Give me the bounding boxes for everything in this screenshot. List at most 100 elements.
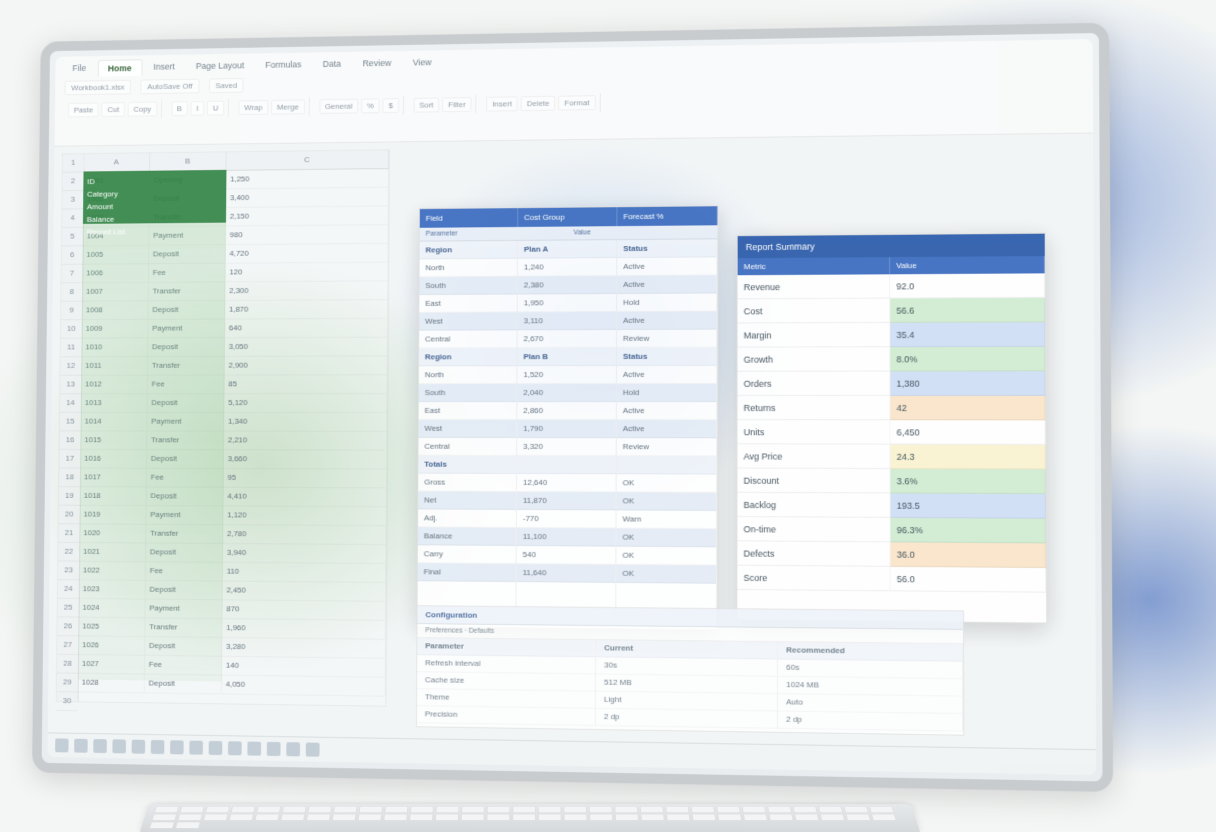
taskbar-icon[interactable] [247, 742, 261, 756]
row-header[interactable]: 4 [62, 209, 83, 228]
panel-cell[interactable]: 2,380 [518, 276, 616, 294]
toolbar-button[interactable]: Sort [413, 98, 439, 113]
config-cell[interactable]: Precision [417, 706, 595, 726]
cell[interactable]: 1028 [78, 674, 145, 694]
cell[interactable]: Deposit [147, 450, 224, 469]
panel-bottom[interactable]: Configuration Preferences · Defaults Par… [416, 605, 964, 736]
row-header[interactable]: 24 [58, 580, 79, 599]
column-header[interactable]: A [84, 153, 151, 172]
panel-cell[interactable]: North [419, 366, 517, 384]
cell[interactable]: Deposit [148, 301, 225, 320]
summary-row[interactable]: Score56.0 [737, 566, 1046, 593]
toolbar-button[interactable]: B [171, 101, 188, 116]
config-cell[interactable]: 2 dp [778, 711, 962, 731]
row-header[interactable]: 7 [61, 265, 82, 284]
cell[interactable]: Payment [146, 506, 223, 525]
row-header[interactable]: 28 [57, 655, 78, 674]
cell[interactable]: 2,450 [223, 582, 387, 602]
panel-cell[interactable]: South [419, 384, 517, 402]
panel-cell[interactable]: 11,870 [517, 492, 616, 511]
panel-cell[interactable]: East [419, 294, 517, 312]
summary-row[interactable]: Orders1,380 [738, 371, 1046, 396]
panel-cell[interactable]: OK [616, 565, 716, 584]
panel-center[interactable]: FieldCost GroupForecast % ParameterValue… [416, 205, 718, 630]
summary-row[interactable]: Cost56.6 [738, 298, 1045, 324]
cell[interactable]: 1016 [80, 450, 147, 469]
panel-cell[interactable]: Review [617, 330, 716, 348]
cell[interactable]: 640 [225, 319, 388, 338]
cell[interactable]: 1017 [80, 469, 147, 488]
cell[interactable]: Transfer [149, 282, 226, 301]
summary-row[interactable]: On-time96.3% [737, 517, 1046, 543]
cell[interactable]: 1,120 [223, 506, 386, 526]
taskbar-icon[interactable] [74, 739, 88, 753]
cell[interactable]: 1023 [79, 580, 146, 599]
cell[interactable]: 1,250 [226, 169, 389, 189]
panel-cell[interactable]: Region [420, 241, 517, 260]
row-header[interactable]: 9 [61, 302, 82, 321]
cell[interactable]: 1008 [82, 301, 149, 320]
summary-row[interactable]: Avg Price24.3 [737, 444, 1045, 469]
row-header[interactable]: 14 [60, 394, 81, 413]
panel-cell[interactable]: 2,040 [517, 384, 616, 402]
row-header[interactable]: 16 [60, 431, 81, 450]
row-header[interactable]: 30 [57, 692, 78, 711]
cell[interactable]: Fee [148, 376, 225, 395]
cell[interactable]: 1013 [81, 394, 148, 413]
toolbar-button[interactable]: Paste [68, 103, 99, 118]
panel-right[interactable]: Report Summary MetricValue Revenue92.0Co… [736, 233, 1047, 624]
cell[interactable]: 1024 [79, 599, 146, 618]
cell[interactable]: 2,780 [223, 525, 387, 545]
panel-cell[interactable]: Active [617, 312, 716, 330]
cell[interactable]: 95 [224, 469, 387, 488]
cell[interactable]: Deposit [146, 543, 223, 562]
panel-cell[interactable]: OK [617, 474, 717, 492]
cell[interactable]: 2,300 [225, 281, 388, 301]
cell[interactable]: 4,720 [226, 244, 389, 264]
cell[interactable]: Deposit [149, 245, 226, 264]
ribbon-tab-formulas[interactable]: Formulas [256, 56, 312, 73]
panel-cell[interactable]: OK [616, 528, 716, 547]
cell[interactable]: 3,400 [226, 188, 389, 208]
panel-cell[interactable]: West [419, 420, 517, 438]
toolbar-button[interactable]: Cut [102, 102, 125, 117]
cell[interactable]: 120 [225, 263, 388, 283]
panel-cell[interactable]: Central [419, 330, 517, 348]
row-header[interactable]: 22 [58, 543, 79, 562]
ribbon-tab-review[interactable]: Review [353, 55, 401, 72]
taskbar-icon[interactable] [209, 741, 223, 755]
panel-cell[interactable]: Carry [418, 545, 516, 564]
summary-row[interactable]: Revenue92.0 [738, 273, 1045, 299]
row-header[interactable]: 2 [63, 172, 84, 191]
panel-cell[interactable]: East [419, 402, 517, 420]
cell[interactable]: 1012 [81, 376, 148, 395]
cell[interactable]: Transfer [145, 618, 222, 638]
panel-cell[interactable]: 1,520 [517, 366, 616, 384]
cell[interactable]: 1007 [82, 283, 149, 302]
panel-cell[interactable]: Region [419, 348, 517, 366]
taskbar-icon[interactable] [112, 739, 126, 753]
summary-row[interactable]: Margin35.4 [738, 322, 1046, 347]
row-header[interactable]: 18 [59, 468, 80, 487]
cell[interactable]: 1009 [82, 320, 149, 339]
panel-cell[interactable]: Warn [617, 510, 717, 529]
panel-cell[interactable]: Review [617, 438, 717, 456]
row-header[interactable]: 17 [59, 450, 80, 469]
taskbar-icon[interactable] [286, 742, 300, 756]
summary-row[interactable]: Units6,450 [737, 420, 1045, 445]
row-header[interactable]: 1 [63, 154, 84, 173]
taskbar-icon[interactable] [228, 741, 242, 755]
toolbar-button[interactable]: Filter [442, 97, 471, 112]
cell[interactable]: 1010 [81, 338, 148, 357]
cell[interactable]: 3,280 [222, 638, 386, 659]
panel-cell[interactable]: Central [418, 438, 516, 456]
panel-cell[interactable]: OK [617, 492, 717, 511]
row-header[interactable]: 6 [62, 246, 83, 265]
row-header[interactable]: 25 [58, 599, 79, 618]
panel-cell[interactable]: 2,670 [518, 330, 616, 348]
cell[interactable]: 140 [222, 657, 386, 678]
cell[interactable]: 1011 [81, 357, 148, 376]
cell[interactable]: 2,210 [224, 432, 387, 451]
summary-row[interactable]: Growth8.0% [738, 347, 1046, 372]
toolbar-button[interactable]: I [191, 101, 205, 116]
